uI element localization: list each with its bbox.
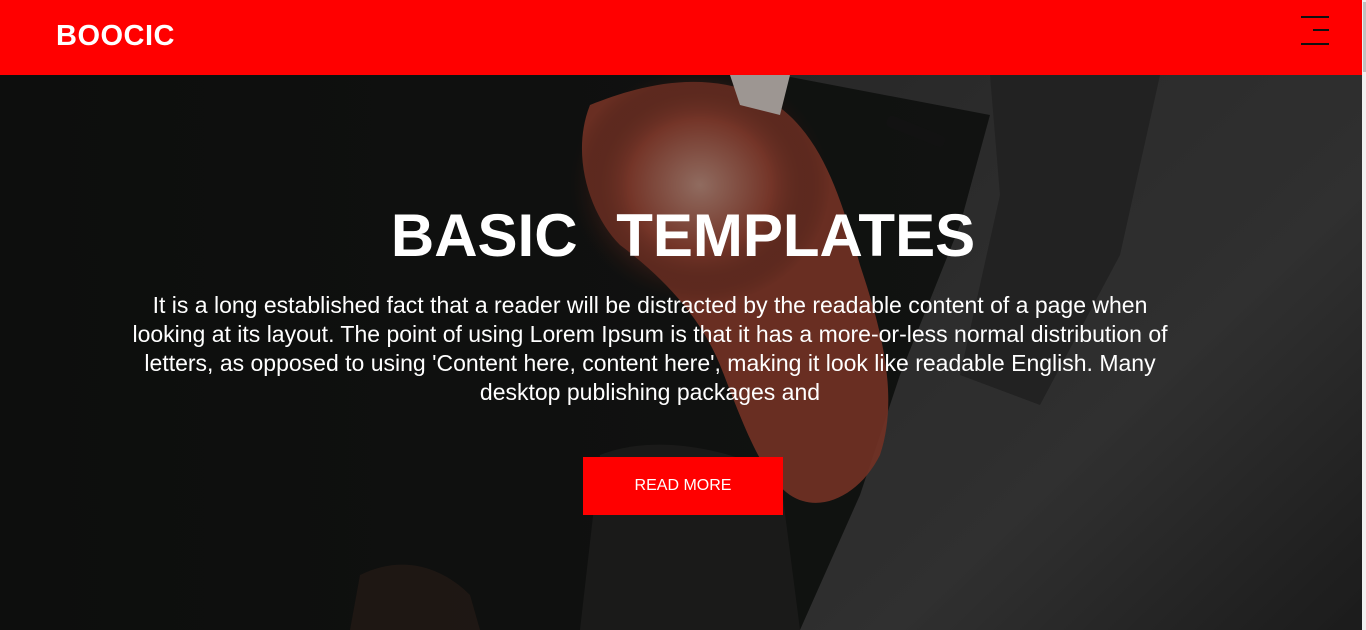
hamburger-menu-icon[interactable] — [1296, 14, 1336, 48]
site-logo[interactable]: BOOCIC — [56, 18, 175, 54]
menu-bar-middle — [1313, 29, 1329, 31]
menu-bar-top — [1301, 16, 1329, 18]
site-header: BOOCIC — [0, 0, 1366, 75]
hero-title: BASIC TEMPLATES — [390, 202, 976, 269]
hero-content: BASIC TEMPLATES It is a long established… — [0, 75, 1366, 630]
hero-description: It is a long established fact that a rea… — [132, 292, 1168, 405]
hero-banner: BASIC TEMPLATES It is a long established… — [0, 75, 1366, 630]
page: BOOCIC BASIC TEMPLATES It is a long esta… — [0, 0, 1366, 630]
scrollbar-track[interactable] — [1362, 0, 1366, 630]
menu-bar-bottom — [1301, 43, 1329, 45]
read-more-button[interactable]: READ MORE — [583, 457, 783, 515]
